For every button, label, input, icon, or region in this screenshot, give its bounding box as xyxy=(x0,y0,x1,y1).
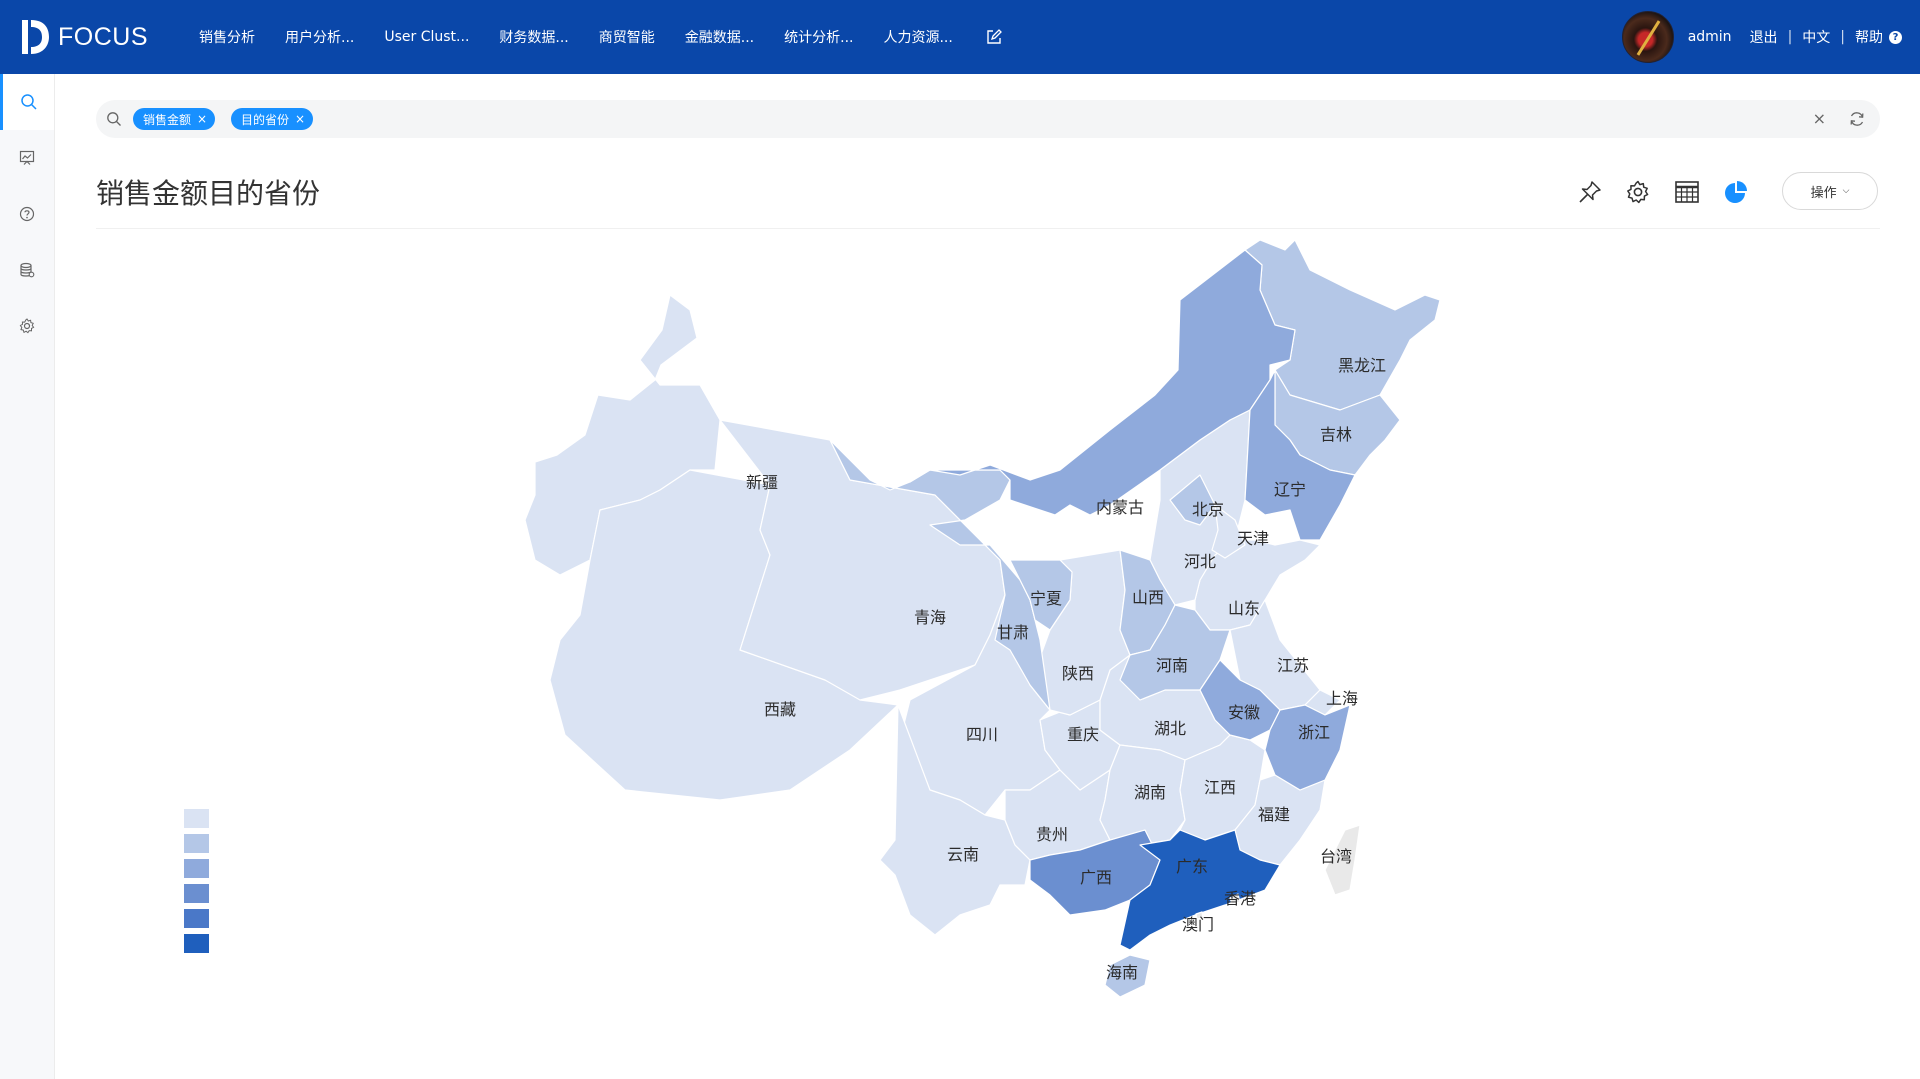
province-label: 四川 xyxy=(966,725,998,744)
legend-swatch[interactable] xyxy=(184,934,209,953)
province-label: 内蒙古 xyxy=(1096,498,1144,517)
province-label: 黑龙江 xyxy=(1338,356,1386,375)
province-label: 香港 xyxy=(1224,889,1256,908)
province-label: 西藏 xyxy=(764,700,796,719)
province-label: 浙江 xyxy=(1298,723,1330,742)
legend-swatch[interactable] xyxy=(184,884,209,903)
province-label: 云南 xyxy=(947,845,979,864)
province-label: 河南 xyxy=(1156,656,1188,675)
province-label: 山东 xyxy=(1228,599,1260,618)
legend-swatch[interactable] xyxy=(184,909,209,928)
province-label: 贵州 xyxy=(1036,825,1068,844)
province-label: 山西 xyxy=(1132,588,1164,607)
province-label: 新疆 xyxy=(746,473,778,492)
province-label: 天津 xyxy=(1237,529,1269,548)
province-label: 吉林 xyxy=(1320,425,1352,444)
province-label: 上海 xyxy=(1326,689,1358,708)
province-label: 陕西 xyxy=(1062,664,1094,683)
province-label: 澳门 xyxy=(1182,915,1214,934)
province-label: 江西 xyxy=(1204,778,1236,797)
legend-swatch[interactable] xyxy=(184,834,209,853)
province-label: 宁夏 xyxy=(1030,589,1062,608)
province-label: 江苏 xyxy=(1277,656,1309,675)
province-label: 青海 xyxy=(914,608,946,627)
province-label: 广西 xyxy=(1080,868,1112,887)
province-label: 湖北 xyxy=(1154,719,1186,738)
legend-swatch[interactable] xyxy=(184,859,209,878)
legend-swatch[interactable] xyxy=(184,809,209,828)
province-label: 福建 xyxy=(1258,805,1290,824)
province-label: 重庆 xyxy=(1067,725,1099,744)
province-label: 广东 xyxy=(1176,857,1208,876)
province-label: 北京 xyxy=(1192,500,1224,519)
province-label: 安徽 xyxy=(1228,703,1260,722)
china-province-map: 新疆西藏 青海四川云南 贵州 重庆 湖北湖南 江西福建 山东 河北 天津陕西 江苏上海海南 黑龙江吉… xyxy=(524,239,1441,998)
province-label: 台湾 xyxy=(1320,847,1352,866)
province-浙江[interactable] xyxy=(1264,704,1351,791)
province-label: 辽宁 xyxy=(1274,480,1306,499)
province-label: 河北 xyxy=(1184,552,1216,571)
province-label: 湖南 xyxy=(1134,783,1166,802)
province-label: 甘肃 xyxy=(997,623,1029,642)
province-label: 海南 xyxy=(1106,963,1138,982)
